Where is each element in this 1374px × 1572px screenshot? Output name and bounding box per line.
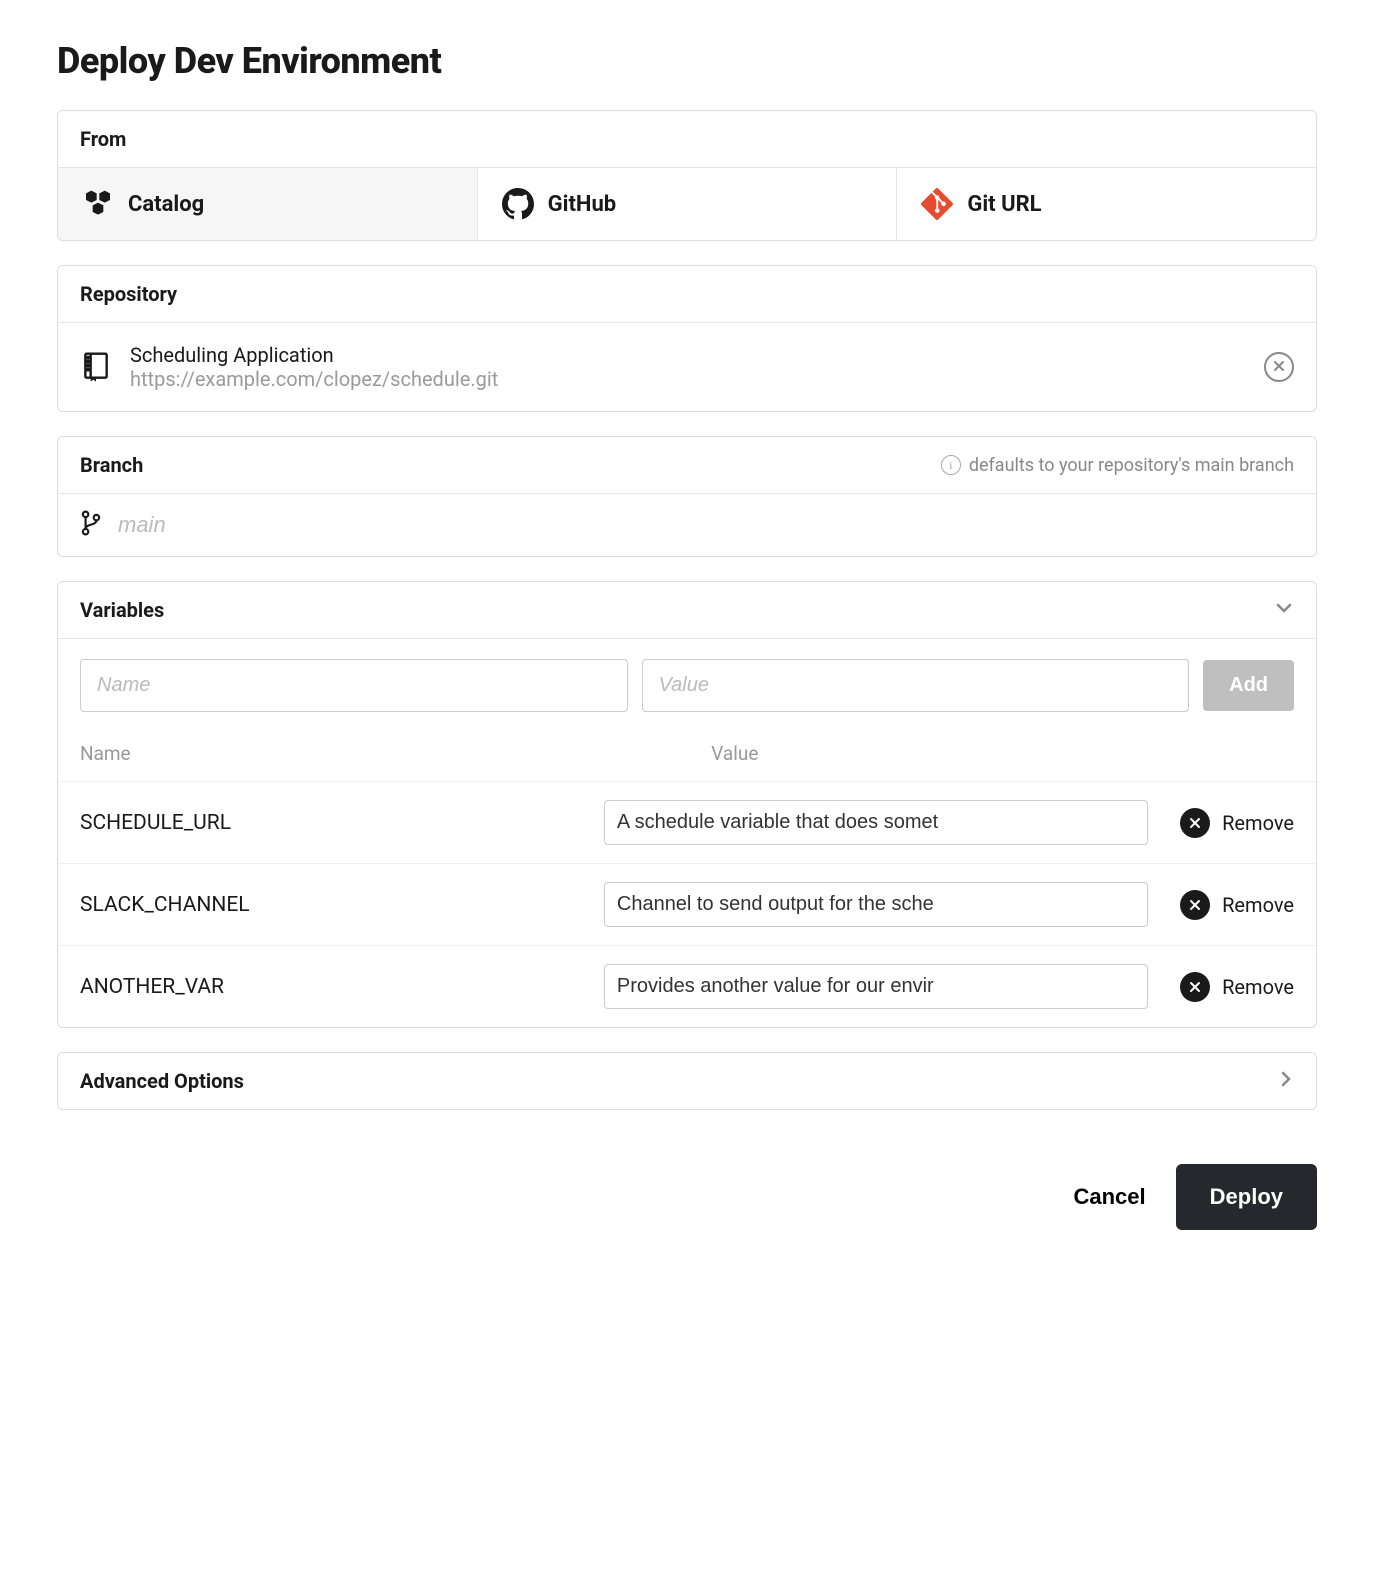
variable-remove-button[interactable]: Remove	[1180, 890, 1294, 920]
git-icon	[921, 188, 953, 220]
variables-header[interactable]: Variables	[58, 582, 1316, 638]
branch-header: Branch i defaults to your repository's m…	[58, 437, 1316, 493]
variables-columns: Name Value	[58, 732, 1316, 781]
cancel-button[interactable]: Cancel	[1073, 1184, 1145, 1210]
chevron-down-icon	[1274, 598, 1294, 622]
footer-actions: Cancel Deploy	[57, 1134, 1317, 1230]
repository-label: Repository	[80, 282, 177, 306]
branch-icon	[80, 510, 102, 540]
variable-name: SCHEDULE_URL	[80, 811, 590, 835]
repository-clear-button[interactable]	[1264, 352, 1294, 382]
close-icon	[1180, 890, 1210, 920]
page-title: Deploy Dev Environment	[57, 40, 1317, 82]
remove-label: Remove	[1222, 811, 1294, 835]
tab-giturl[interactable]: Git URL	[897, 168, 1316, 240]
variable-name: ANOTHER_VAR	[80, 975, 590, 999]
close-icon	[1272, 359, 1286, 376]
repository-panel: Repository Scheduling Application https:…	[57, 265, 1317, 412]
variable-name-input[interactable]	[80, 659, 628, 712]
branch-label: Branch	[80, 453, 143, 477]
source-tabs: Catalog GitHub Git URL	[58, 167, 1316, 240]
advanced-options-label: Advanced Options	[80, 1069, 244, 1093]
variables-panel: Variables Add Name Value SCHEDULE_URL	[57, 581, 1317, 1028]
variable-remove-button[interactable]: Remove	[1180, 972, 1294, 1002]
variable-row: SLACK_CHANNEL Remove	[58, 863, 1316, 945]
repository-body: Scheduling Application https://example.c…	[58, 322, 1316, 411]
branch-hint-text: defaults to your repository's main branc…	[969, 455, 1294, 476]
branch-panel: Branch i defaults to your repository's m…	[57, 436, 1317, 557]
from-label: From	[80, 127, 126, 151]
tab-catalog-label: Catalog	[128, 192, 204, 217]
variables-add-row: Add	[58, 639, 1316, 732]
remove-label: Remove	[1222, 975, 1294, 999]
column-name: Name	[80, 742, 711, 765]
variable-value-field[interactable]	[604, 882, 1148, 927]
variable-value-input[interactable]	[642, 659, 1190, 712]
chevron-right-icon	[1278, 1069, 1294, 1093]
remove-label: Remove	[1222, 893, 1294, 917]
variable-add-button[interactable]: Add	[1203, 660, 1294, 711]
deploy-button[interactable]: Deploy	[1176, 1164, 1317, 1230]
variable-row: ANOTHER_VAR Remove	[58, 945, 1316, 1027]
catalog-icon	[82, 188, 114, 220]
tab-giturl-label: Git URL	[967, 192, 1041, 217]
tab-catalog[interactable]: Catalog	[58, 168, 478, 240]
variables-label: Variables	[80, 598, 164, 622]
from-header: From	[58, 111, 1316, 167]
variable-value-field[interactable]	[604, 800, 1148, 845]
variable-name: SLACK_CHANNEL	[80, 893, 590, 917]
info-icon: i	[941, 455, 961, 475]
branch-body	[58, 493, 1316, 556]
from-panel: From Catalog GitHub Git URL	[57, 110, 1317, 241]
repository-header: Repository	[58, 266, 1316, 322]
repository-name: Scheduling Application	[130, 343, 1246, 367]
tab-github[interactable]: GitHub	[478, 168, 898, 240]
branch-hint: i defaults to your repository's main bra…	[941, 455, 1294, 476]
close-icon	[1180, 972, 1210, 1002]
advanced-options-panel[interactable]: Advanced Options	[57, 1052, 1317, 1110]
github-icon	[502, 188, 534, 220]
variable-row: SCHEDULE_URL Remove	[58, 781, 1316, 863]
close-icon	[1180, 808, 1210, 838]
branch-input[interactable]	[118, 512, 1294, 538]
repository-url: https://example.com/clopez/schedule.git	[130, 367, 1246, 391]
tab-github-label: GitHub	[548, 192, 617, 217]
variable-remove-button[interactable]: Remove	[1180, 808, 1294, 838]
variable-value-field[interactable]	[604, 964, 1148, 1009]
column-value: Value	[711, 742, 1294, 765]
repository-icon	[80, 351, 112, 383]
